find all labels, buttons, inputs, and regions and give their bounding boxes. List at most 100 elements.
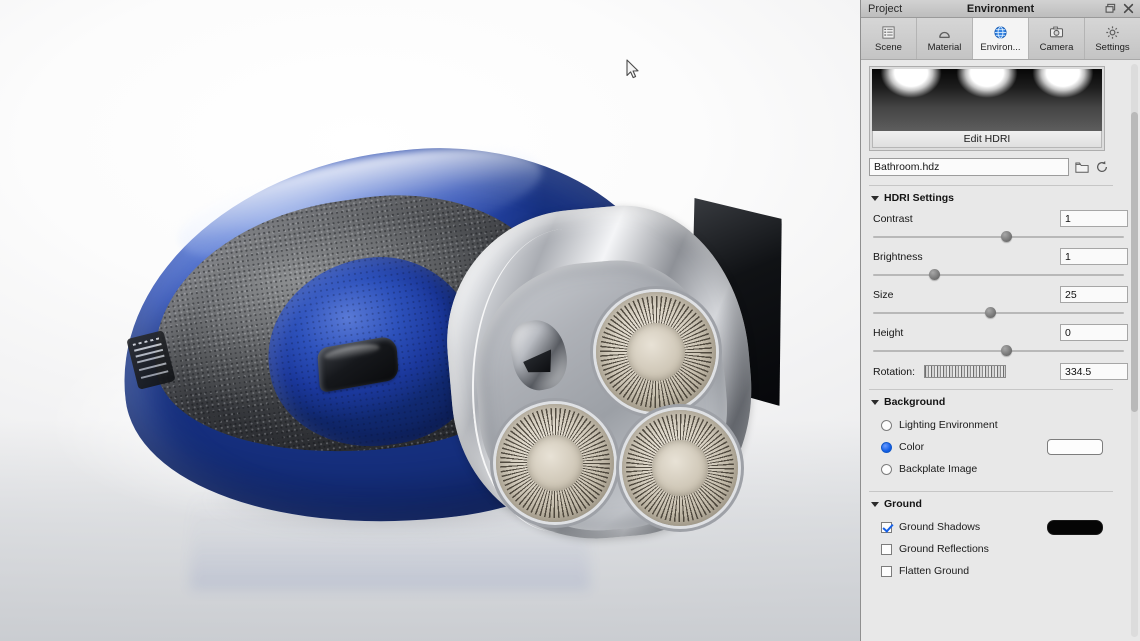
radio-lighting-environment[interactable]: Lighting Environment	[869, 414, 1132, 436]
rotation-value[interactable]: 334.5	[1060, 363, 1128, 380]
close-icon[interactable]	[1123, 3, 1134, 14]
checkbox-flatten-ground[interactable]: Flatten Ground	[869, 560, 1132, 582]
shaver-foil-head-left	[496, 404, 614, 522]
slider-contrast-value[interactable]: 1	[1060, 210, 1128, 227]
slider-brightness-thumb[interactable]	[929, 269, 940, 280]
shaver-foil-head-right	[622, 410, 738, 526]
tab-material[interactable]: Material	[917, 18, 973, 59]
checkbox-ground-reflections-label: Ground Reflections	[899, 543, 989, 555]
shaver-model[interactable]	[0, 0, 860, 641]
refresh-icon[interactable]	[1094, 160, 1109, 175]
tab-scene[interactable]: Scene	[861, 18, 917, 59]
tab-camera-label: Camera	[1040, 42, 1074, 53]
panel-titlebar: Project Environment	[861, 0, 1140, 18]
slider-contrast-track-wrap[interactable]	[873, 229, 1128, 245]
panel-scroll-area: Edit HDRI Bathroom.hdz	[861, 60, 1140, 641]
slider-brightness-track-wrap[interactable]	[873, 267, 1128, 283]
environment-panel: Project Environment	[860, 0, 1140, 641]
folder-icon[interactable]	[1074, 160, 1089, 175]
slider-height-track-wrap[interactable]	[873, 343, 1128, 359]
slider-size-track-wrap[interactable]	[873, 305, 1128, 321]
panel-tabs: Scene Material	[861, 18, 1140, 60]
edit-hdri-button[interactable]: Edit HDRI	[872, 131, 1102, 148]
slider-height-track	[873, 350, 1124, 352]
divider-hdri	[869, 185, 1113, 186]
slider-brightness: Brightness 1	[869, 248, 1132, 283]
radio-icon	[881, 420, 892, 431]
3d-viewport[interactable]	[0, 0, 860, 641]
scrollbar-thumb[interactable]	[1131, 112, 1138, 412]
radio-backplate-image[interactable]: Backplate Image	[869, 458, 1132, 480]
checkbox-ground-shadows-label: Ground Shadows	[899, 521, 980, 533]
checkbox-ground-reflections[interactable]: Ground Reflections	[869, 538, 1132, 560]
tab-environment-label: Environ...	[980, 42, 1020, 53]
application-window: Project Environment	[0, 0, 1140, 641]
tab-environment[interactable]: Environ...	[973, 18, 1029, 59]
checkbox-icon	[881, 544, 892, 555]
checkbox-ground-shadows[interactable]: Ground Shadows	[869, 516, 1047, 538]
slider-brightness-track	[873, 274, 1124, 276]
rotation-label: Rotation:	[873, 366, 915, 378]
rotation-row: Rotation: 334.5	[869, 363, 1132, 380]
radio-color[interactable]: Color	[869, 436, 1047, 458]
slider-height-label: Height	[873, 327, 903, 339]
hdri-preview-box: Edit HDRI	[869, 66, 1105, 151]
divider-ground	[869, 491, 1113, 492]
caret-down-icon	[871, 196, 879, 201]
radio-color-label: Color	[899, 441, 924, 453]
environment-globe-icon	[993, 24, 1008, 41]
hdri-file-input[interactable]: Bathroom.hdz	[869, 158, 1069, 176]
tab-settings-label: Settings	[1095, 42, 1129, 53]
divider-background	[869, 389, 1113, 390]
clipped-row-below-fold	[869, 582, 1132, 592]
ground-shadows-row: Ground Shadows	[869, 516, 1109, 538]
panel-title: Environment	[861, 3, 1140, 15]
rotation-dial[interactable]	[924, 365, 1006, 378]
shaver-foil-head-top	[596, 292, 716, 412]
float-restore-icon[interactable]	[1105, 3, 1116, 14]
radio-icon	[881, 464, 892, 475]
section-ground-label: Ground	[884, 498, 922, 510]
checkbox-flatten-ground-label: Flatten Ground	[899, 565, 969, 577]
background-color-row: Color	[869, 436, 1109, 458]
radio-backplate-image-label: Backplate Image	[899, 463, 977, 475]
material-sphere-icon	[937, 24, 952, 41]
slider-height: Height 0	[869, 324, 1132, 359]
tab-scene-label: Scene	[875, 42, 902, 53]
slider-height-thumb[interactable]	[1001, 345, 1012, 356]
arrow-cursor	[626, 59, 640, 80]
slider-brightness-label: Brightness	[873, 251, 923, 263]
slider-contrast-thumb[interactable]	[1001, 231, 1012, 242]
caret-down-icon	[871, 400, 879, 405]
slider-size-track	[873, 312, 1124, 314]
hdri-file-row: Bathroom.hdz	[869, 158, 1109, 176]
checkbox-icon	[881, 566, 892, 577]
gear-icon	[1105, 24, 1120, 41]
radio-lighting-environment-label: Lighting Environment	[899, 419, 998, 431]
slider-size-label: Size	[873, 289, 893, 301]
checkbox-checked-icon	[881, 522, 892, 533]
tab-camera[interactable]: Camera	[1029, 18, 1085, 59]
hdri-preview-thumbnail[interactable]	[872, 69, 1102, 131]
section-background[interactable]: Background	[871, 396, 1132, 408]
caret-down-icon	[871, 502, 879, 507]
slider-contrast: Contrast 1	[869, 210, 1132, 245]
tab-material-label: Material	[928, 42, 962, 53]
slider-size: Size 25	[869, 286, 1132, 321]
slider-contrast-track	[873, 236, 1124, 238]
slider-contrast-label: Contrast	[873, 213, 913, 225]
section-ground[interactable]: Ground	[871, 498, 1132, 510]
section-hdri-settings-label: HDRI Settings	[884, 192, 954, 204]
slider-height-value[interactable]: 0	[1060, 324, 1128, 341]
camera-icon	[1049, 24, 1064, 41]
slider-size-value[interactable]: 25	[1060, 286, 1128, 303]
slider-brightness-value[interactable]: 1	[1060, 248, 1128, 265]
ground-shadow-color-swatch[interactable]	[1047, 520, 1103, 535]
radio-selected-icon	[881, 442, 892, 453]
scene-list-icon	[881, 24, 896, 41]
slider-size-thumb[interactable]	[985, 307, 996, 318]
section-hdri-settings[interactable]: HDRI Settings	[871, 192, 1132, 204]
background-color-swatch[interactable]	[1047, 439, 1103, 455]
tab-settings[interactable]: Settings	[1085, 18, 1140, 59]
section-background-label: Background	[884, 396, 945, 408]
